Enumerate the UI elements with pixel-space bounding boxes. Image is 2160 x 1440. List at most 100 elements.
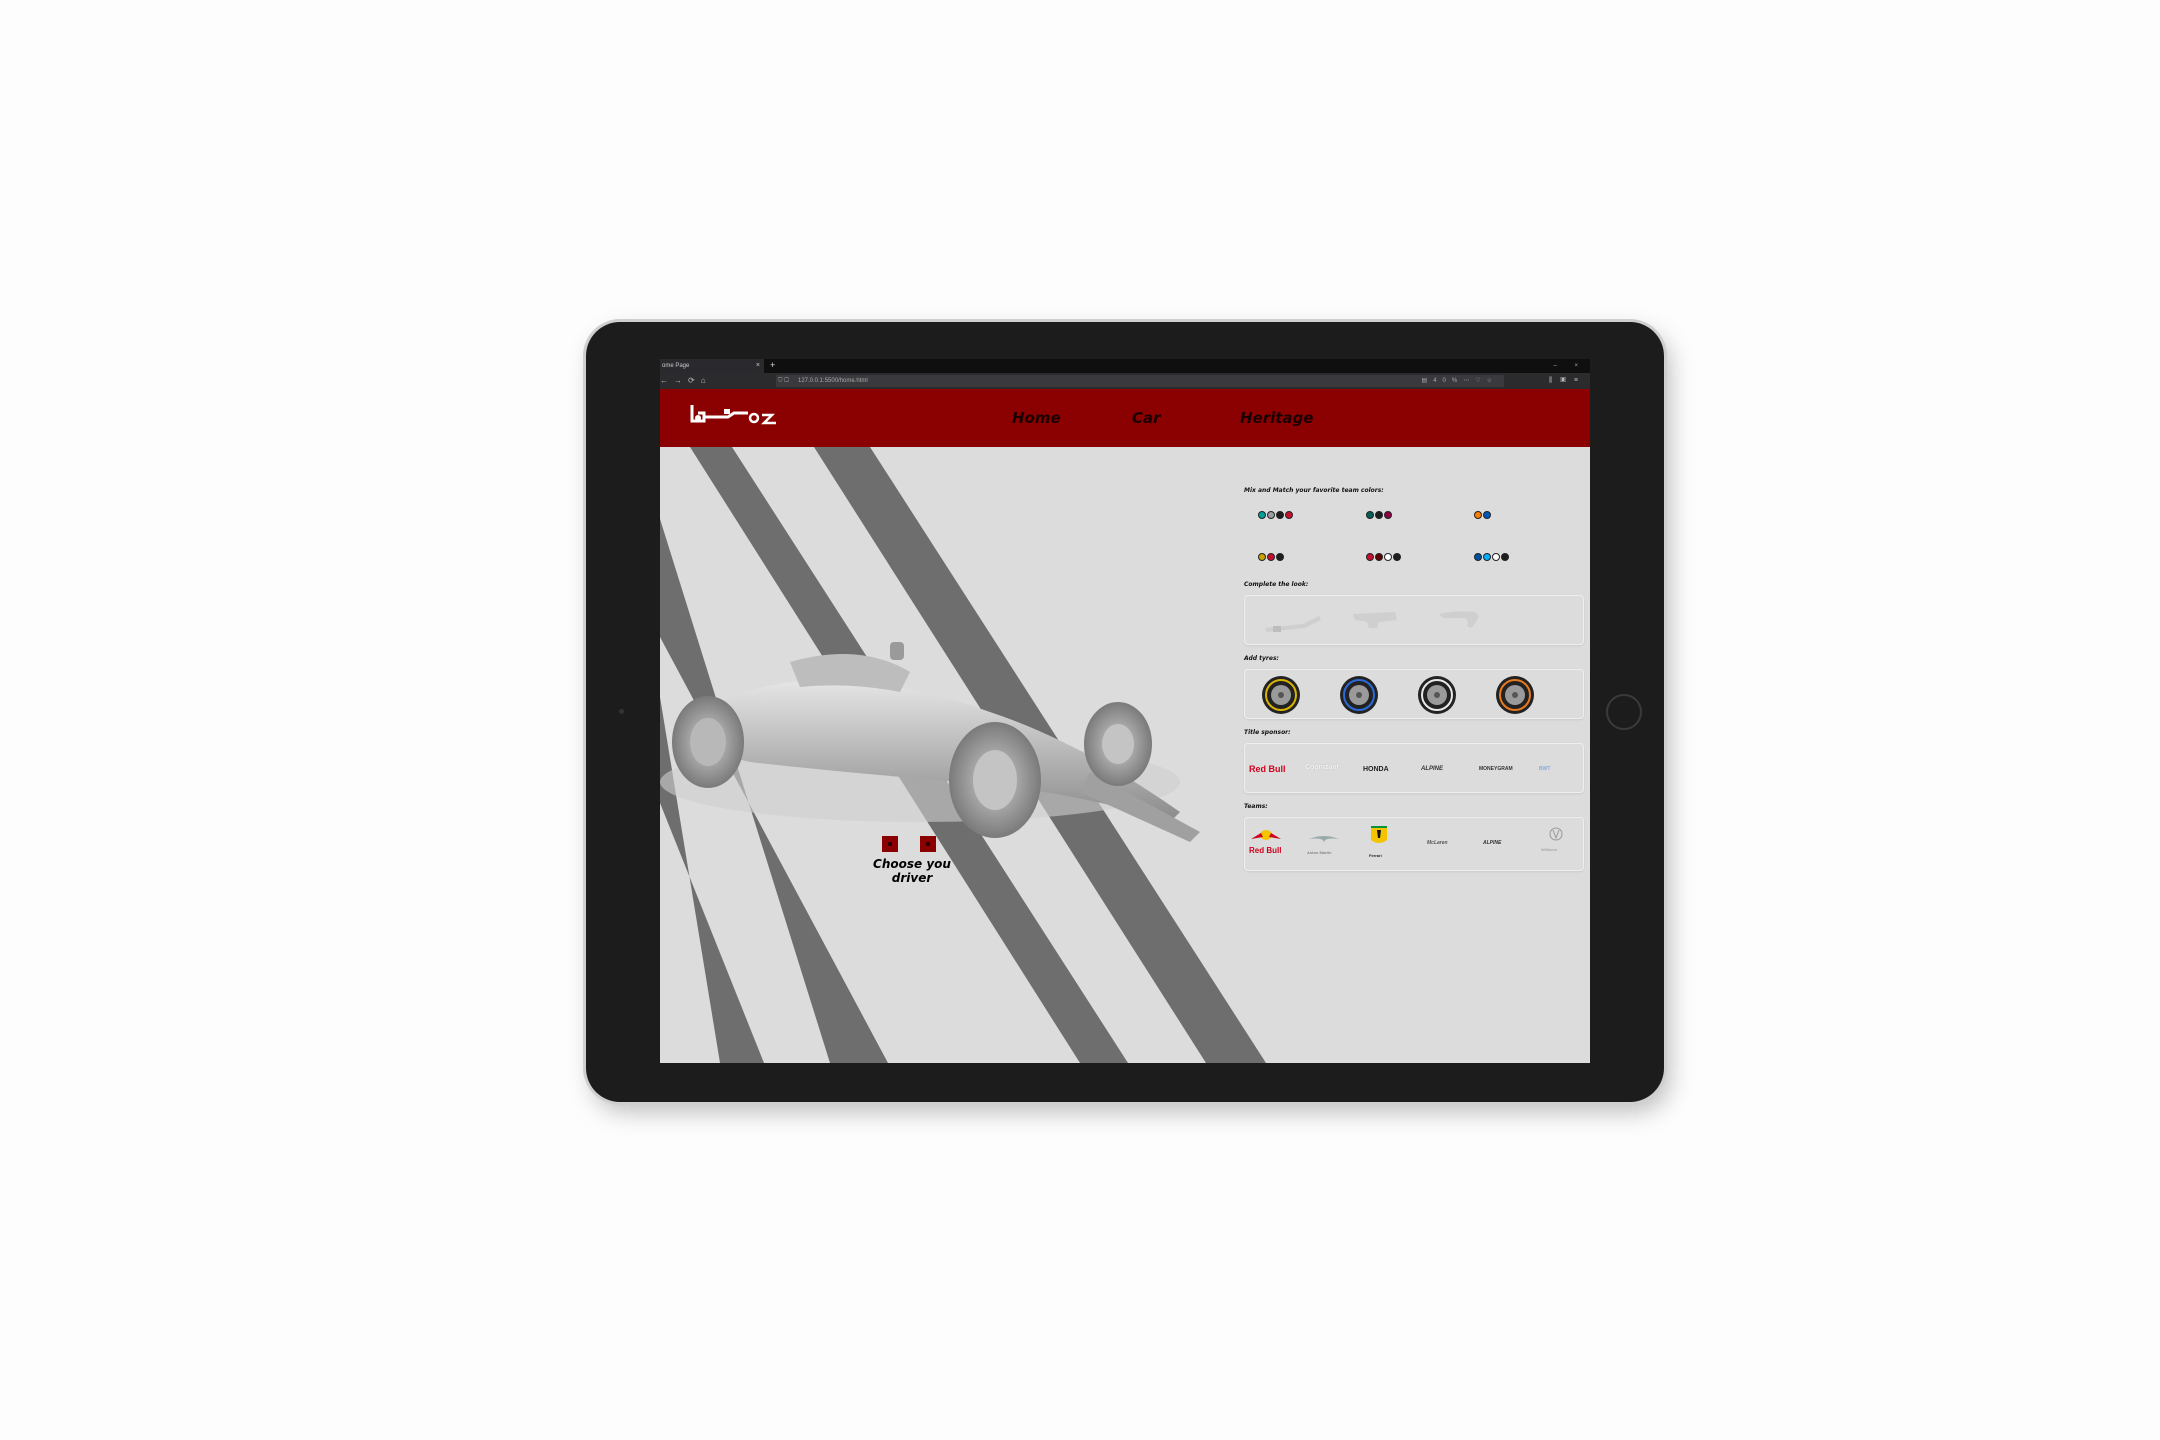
toolbar-right-icons: ⫼▣≡	[1549, 373, 1586, 389]
shield-icon: ⛉ ▢	[778, 378, 789, 384]
front-wing-option-icon[interactable]	[1263, 610, 1323, 634]
halo-option-icon[interactable]	[1435, 606, 1495, 630]
back-icon[interactable]: ←	[660, 376, 674, 385]
pocket-icon[interactable]: ♡	[1475, 378, 1486, 384]
address-bar[interactable]: ⛉ ▢ 127.0.0.1:5500/home.html ▤40%⋯♡☆	[776, 375, 1504, 387]
tab-close-icon[interactable]: ×	[756, 359, 760, 373]
prev-driver-button[interactable]	[882, 836, 898, 852]
color-dot	[1384, 511, 1392, 519]
color-dot	[1267, 511, 1275, 519]
team-ferrari[interactable]: Ferrari	[1369, 824, 1389, 858]
sponsor-honda[interactable]: HONDA	[1363, 766, 1389, 773]
team-redbull[interactable]: Red Bull	[1249, 828, 1289, 855]
color-dot	[1375, 553, 1383, 561]
library-icon[interactable]: ⫼	[1549, 377, 1560, 384]
nav-car[interactable]: Car	[1132, 389, 1161, 447]
color-dot	[1501, 553, 1509, 561]
choose-driver-label: Choose you driver	[873, 857, 951, 885]
browser-nav-icons: ←→⟳⌂	[660, 373, 712, 389]
tablet-home-button[interactable]	[1606, 694, 1642, 730]
color-dot	[1375, 511, 1383, 519]
team-mclaren[interactable]: McLaren	[1427, 840, 1448, 846]
url-text: 127.0.0.1:5500/home.html	[798, 378, 868, 384]
color-swatch-6[interactable]	[1474, 553, 1509, 563]
ferrari-shield-icon	[1371, 826, 1387, 843]
color-dot	[1366, 511, 1374, 519]
tyre-icon	[1262, 676, 1300, 714]
color-dot	[1474, 553, 1482, 561]
sponsors-card: Red Bull Cognizant HONDA ALPINE MONEYGRA…	[1244, 743, 1584, 793]
redbull-bulls-icon	[1251, 830, 1281, 840]
color-swatch-3[interactable]	[1474, 511, 1491, 521]
color-dot	[1276, 553, 1284, 561]
sponsor-alpine[interactable]: ALPINE	[1421, 766, 1443, 772]
sponsor-redbull[interactable]: Red Bull	[1249, 764, 1286, 774]
tab-title: ome Page	[662, 363, 690, 369]
reader-icon[interactable]: ▤	[1422, 378, 1434, 384]
new-tab-icon[interactable]: +	[770, 359, 775, 372]
tyre-icon	[1418, 676, 1456, 714]
medium-tyre-option[interactable]	[1339, 675, 1379, 720]
front-camera	[619, 709, 624, 714]
color-swatch-2[interactable]	[1366, 511, 1392, 521]
teams-card: Red Bull Aston Martin Ferrari McLaren AL…	[1244, 817, 1584, 871]
color-dot	[1483, 553, 1491, 561]
tyres-card	[1244, 669, 1584, 719]
tyres-section-title: Add tyres:	[1244, 655, 1279, 662]
sponsor-section-title: Title sponsor:	[1244, 729, 1291, 736]
browser-toolbar: ←→⟳⌂ ⛉ ▢ 127.0.0.1:5500/home.html ▤40%⋯♡…	[660, 373, 1590, 389]
tyre-icon	[1496, 676, 1534, 714]
color-swatch-4[interactable]	[1258, 553, 1284, 563]
color-dot	[1366, 553, 1374, 561]
color-dot	[1276, 511, 1284, 519]
nav-heritage[interactable]: Heritage	[1240, 389, 1313, 447]
teams-section-title: Teams:	[1244, 803, 1268, 810]
sponsor-cognizant[interactable]: Cognizant	[1305, 764, 1339, 771]
tablet-frame: ome Page × + – × ←→⟳⌂ ⛉ ▢ 127.0.0.1:5500…	[586, 322, 1664, 1102]
sidebar-icon[interactable]: ▣	[1560, 377, 1574, 384]
reload-icon[interactable]: ⟳	[688, 376, 701, 385]
look-section-title: Complete the look:	[1244, 581, 1309, 588]
color-dot	[1492, 553, 1500, 561]
color-dot	[1483, 511, 1491, 519]
color-dot	[1258, 511, 1266, 519]
color-swatch-1[interactable]	[1258, 511, 1293, 521]
browser-tab-bar: ome Page × + – ×	[660, 359, 1590, 373]
window-controls[interactable]: – ×	[1553, 359, 1586, 373]
williams-logo-icon	[1549, 827, 1563, 841]
color-dot	[1267, 553, 1275, 561]
f1-car-image	[660, 642, 1200, 842]
site-header: Home Car Heritage	[660, 389, 1590, 447]
color-dot	[1474, 511, 1482, 519]
intermediate-tyre-option[interactable]	[1495, 675, 1535, 720]
sponsor-moneygram[interactable]: MONEYGRAM	[1479, 766, 1513, 772]
team-alpine[interactable]: ALPINE	[1483, 840, 1501, 846]
color-dot	[1384, 553, 1392, 561]
team-aston-martin[interactable]: Aston Martin	[1307, 832, 1341, 855]
colors-section-title: Mix and Match your favorite team colors:	[1244, 487, 1384, 494]
rear-wing-option-icon[interactable]	[1349, 608, 1409, 632]
home-icon[interactable]: ⌂	[701, 376, 712, 385]
menu-icon[interactable]: ≡	[1574, 377, 1586, 384]
tyre-icon	[1340, 676, 1378, 714]
next-driver-button[interactable]	[920, 836, 936, 852]
aston-martin-wings-icon	[1309, 836, 1339, 843]
site-logo[interactable]	[688, 401, 780, 432]
color-dot	[1258, 553, 1266, 561]
team-williams[interactable]: Williams	[1541, 826, 1571, 852]
sponsor-bwt[interactable]: BWT	[1539, 766, 1550, 772]
address-bar-actions: ▤40%⋯♡☆	[1422, 375, 1498, 387]
zoom-level[interactable]: 40%	[1433, 378, 1463, 384]
more-icon[interactable]: ⋯	[1463, 378, 1475, 384]
color-swatch-5[interactable]	[1366, 553, 1401, 563]
browser-tab[interactable]: ome Page ×	[660, 359, 764, 373]
forward-icon[interactable]: →	[674, 376, 688, 385]
bookmark-star-icon[interactable]: ☆	[1487, 378, 1498, 384]
look-options-card	[1244, 595, 1584, 645]
f1-car-logo-icon	[690, 405, 776, 425]
screen: ome Page × + – × ←→⟳⌂ ⛉ ▢ 127.0.0.1:5500…	[660, 359, 1590, 1063]
hard-tyre-option[interactable]	[1417, 675, 1457, 720]
soft-tyre-option[interactable]	[1261, 675, 1301, 720]
color-dot	[1393, 553, 1401, 561]
nav-home[interactable]: Home	[1012, 389, 1061, 447]
